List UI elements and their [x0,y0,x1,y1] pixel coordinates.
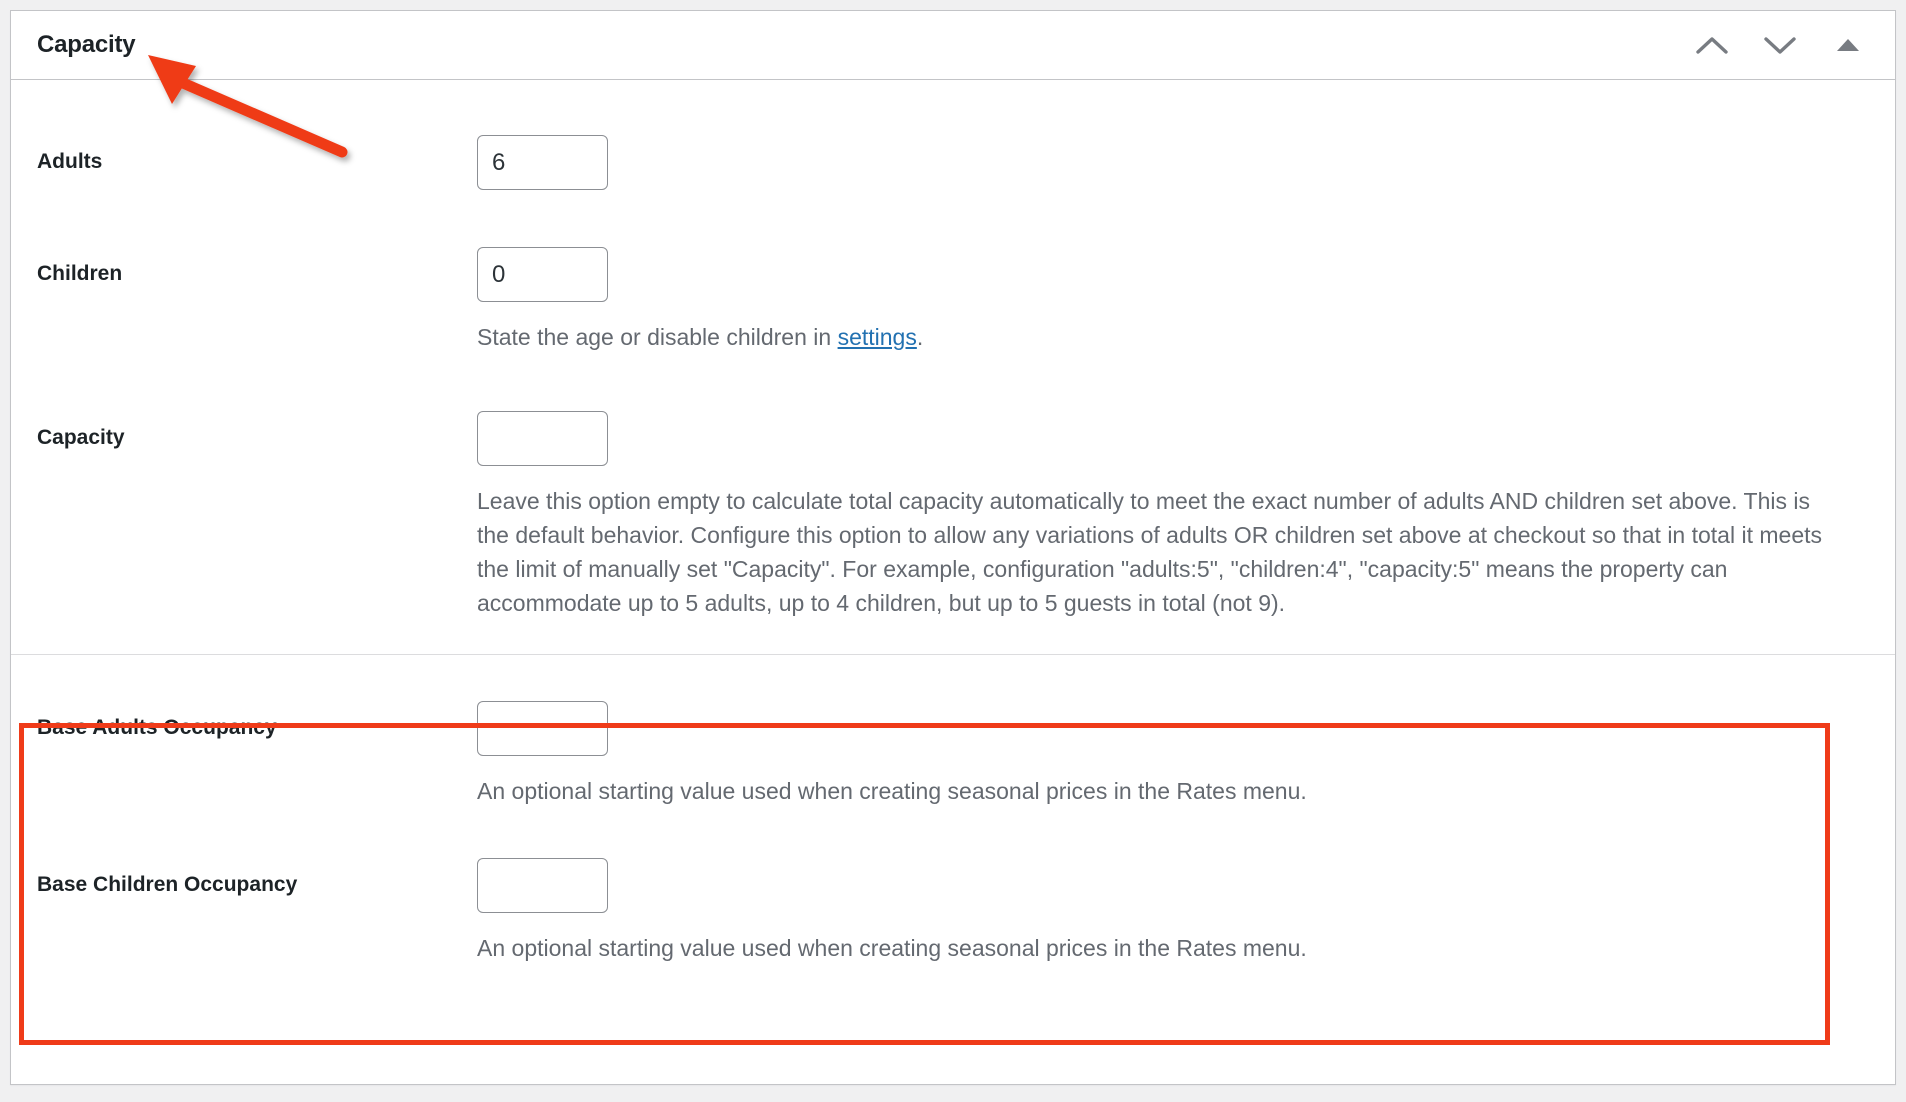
adults-input[interactable] [477,135,608,190]
base-adults-occupancy-help-text: An optional starting value used when cre… [477,778,1307,805]
toggle-panel-button[interactable] [1827,24,1869,66]
capacity-metabox-panel: Capacity Adults 6 Children 0 State the a… [10,10,1896,1085]
panel-header-controls [1691,24,1877,66]
adults-control [477,135,1869,190]
panel-header: Capacity [11,11,1895,80]
move-down-button[interactable] [1759,24,1801,66]
settings-link[interactable]: settings [838,324,917,350]
chevron-down-icon [1763,33,1797,57]
field-row-base-children-occupancy: Base Children Occupancy An optional star… [11,808,1895,991]
adults-label: Adults [37,150,103,173]
base-adults-occupancy-label: Base Adults Occupancy [37,716,277,740]
field-row-children: Children State the age or disable childr… [11,190,1895,354]
base-children-occupancy-control: An optional starting value used when cre… [477,858,1869,965]
children-help-suffix: . [916,324,924,350]
capacity-help-text: Leave this option empty to calculate tot… [477,488,1822,617]
triangle-up-icon [1835,36,1861,54]
base-children-occupancy-input[interactable] [477,858,608,914]
base-adults-occupancy-control: An optional starting value used when cre… [477,701,1869,808]
children-help-text: State the age or disable children in set… [477,320,1837,354]
children-label: Children [37,262,123,285]
page-title: Capacity [37,31,136,58]
capacity-input[interactable] [477,411,608,467]
field-row-adults: Adults [11,80,1895,190]
move-up-button[interactable] [1691,24,1733,66]
field-row-base-adults-occupancy: Base Adults Occupancy An optional starti… [11,655,1895,808]
children-input[interactable] [477,247,608,302]
chevron-up-icon [1695,33,1729,57]
base-adults-occupancy-input[interactable] [477,701,608,757]
base-children-occupancy-label: Base Children Occupancy [37,873,298,897]
children-control: State the age or disable children in set… [477,247,1869,354]
capacity-control: Leave this option empty to calculate tot… [477,411,1869,620]
base-children-occupancy-help-text: An optional starting value used when cre… [477,935,1307,962]
field-row-capacity: Capacity Leave this option empty to calc… [11,354,1895,650]
panel-body: Adults Children State the age or disable… [11,80,1895,991]
capacity-label: Capacity [37,426,125,450]
children-help-prefix: State the age or disable children in [477,324,838,350]
